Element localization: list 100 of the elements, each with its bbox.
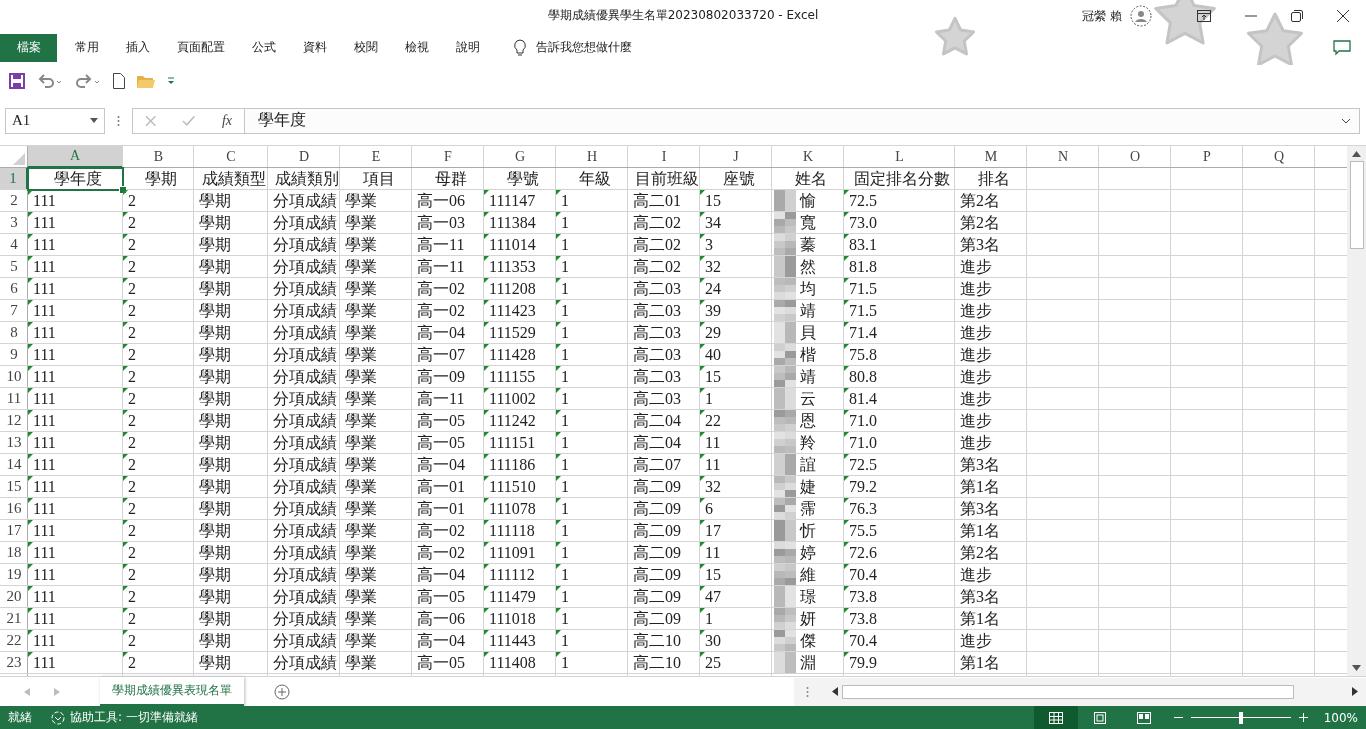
- zoom-slider-thumb[interactable]: [1238, 711, 1243, 724]
- sheet-tab[interactable]: 學期成績優異表現名單: [100, 677, 244, 706]
- row-header[interactable]: 4: [0, 233, 28, 256]
- error-indicator-icon[interactable]: [123, 343, 128, 349]
- error-indicator-icon[interactable]: [844, 233, 849, 239]
- error-indicator-icon[interactable]: [700, 541, 705, 547]
- fill-handle[interactable]: [119, 185, 127, 194]
- error-indicator-icon[interactable]: [844, 585, 849, 591]
- column-header[interactable]: O: [1099, 145, 1171, 168]
- error-indicator-icon[interactable]: [700, 233, 705, 239]
- error-indicator-icon[interactable]: [28, 629, 33, 635]
- error-indicator-icon[interactable]: [844, 299, 849, 305]
- ribbon-tab[interactable]: 常用: [63, 33, 111, 62]
- error-indicator-icon[interactable]: [844, 255, 849, 261]
- accessibility-status[interactable]: 協助工具: 一切準備就緒: [70, 709, 198, 726]
- error-indicator-icon[interactable]: [484, 211, 489, 217]
- tell-me-search[interactable]: 告訴我您想做什麼: [536, 39, 632, 57]
- error-indicator-icon[interactable]: [844, 651, 849, 657]
- column-header[interactable]: H: [556, 145, 628, 168]
- comment-icon[interactable]: [1333, 39, 1351, 56]
- error-indicator-icon[interactable]: [700, 453, 705, 459]
- row-header[interactable]: 7: [0, 299, 28, 322]
- row-header[interactable]: 10: [0, 365, 28, 388]
- row-header[interactable]: 18: [0, 541, 28, 564]
- error-indicator-icon[interactable]: [484, 299, 489, 305]
- error-indicator-icon[interactable]: [484, 629, 489, 635]
- error-indicator-icon[interactable]: [28, 585, 33, 591]
- error-indicator-icon[interactable]: [556, 563, 561, 569]
- error-indicator-icon[interactable]: [556, 519, 561, 525]
- error-indicator-icon[interactable]: [484, 475, 489, 481]
- error-indicator-icon[interactable]: [28, 409, 33, 415]
- error-indicator-icon[interactable]: [556, 497, 561, 503]
- error-indicator-icon[interactable]: [844, 211, 849, 217]
- error-indicator-icon[interactable]: [556, 409, 561, 415]
- error-indicator-icon[interactable]: [844, 189, 849, 195]
- error-indicator-icon[interactable]: [700, 189, 705, 195]
- error-indicator-icon[interactable]: [123, 541, 128, 547]
- error-indicator-icon[interactable]: [700, 475, 705, 481]
- column-header[interactable]: N: [1027, 145, 1099, 168]
- error-indicator-icon[interactable]: [700, 365, 705, 371]
- scroll-up-icon[interactable]: [1352, 150, 1361, 157]
- column-header[interactable]: B: [123, 145, 194, 168]
- row-header[interactable]: 23: [0, 651, 28, 674]
- error-indicator-icon[interactable]: [700, 255, 705, 261]
- error-indicator-icon[interactable]: [123, 321, 128, 327]
- error-indicator-icon[interactable]: [28, 255, 33, 261]
- error-indicator-icon[interactable]: [484, 233, 489, 239]
- error-indicator-icon[interactable]: [700, 431, 705, 437]
- name-box[interactable]: A1: [5, 107, 105, 134]
- error-indicator-icon[interactable]: [844, 607, 849, 613]
- error-indicator-icon[interactable]: [556, 255, 561, 261]
- column-header[interactable]: M: [955, 145, 1027, 168]
- error-indicator-icon[interactable]: [123, 255, 128, 261]
- error-indicator-icon[interactable]: [484, 519, 489, 525]
- column-header[interactable]: I: [628, 145, 700, 168]
- column-header[interactable]: D: [268, 145, 340, 168]
- error-indicator-icon[interactable]: [123, 607, 128, 613]
- ribbon-tab[interactable]: 檢視: [393, 33, 441, 62]
- error-indicator-icon[interactable]: [700, 629, 705, 635]
- error-indicator-icon[interactable]: [123, 211, 128, 217]
- error-indicator-icon[interactable]: [556, 189, 561, 195]
- error-indicator-icon[interactable]: [28, 497, 33, 503]
- scroll-right-icon[interactable]: [1352, 687, 1358, 696]
- ribbon-tab[interactable]: 插入: [114, 33, 162, 62]
- error-indicator-icon[interactable]: [700, 651, 705, 657]
- error-indicator-icon[interactable]: [484, 189, 489, 195]
- error-indicator-icon[interactable]: [123, 365, 128, 371]
- error-indicator-icon[interactable]: [28, 321, 33, 327]
- row-header[interactable]: 16: [0, 497, 28, 520]
- error-indicator-icon[interactable]: [123, 519, 128, 525]
- error-indicator-icon[interactable]: [484, 585, 489, 591]
- error-indicator-icon[interactable]: [556, 343, 561, 349]
- error-indicator-icon[interactable]: [844, 519, 849, 525]
- error-indicator-icon[interactable]: [700, 299, 705, 305]
- new-document-icon[interactable]: [113, 72, 125, 89]
- error-indicator-icon[interactable]: [484, 453, 489, 459]
- error-indicator-icon[interactable]: [556, 211, 561, 217]
- scroll-down-icon[interactable]: [1352, 665, 1361, 671]
- error-indicator-icon[interactable]: [28, 431, 33, 437]
- error-indicator-icon[interactable]: [844, 453, 849, 459]
- error-indicator-icon[interactable]: [556, 277, 561, 283]
- error-indicator-icon[interactable]: [123, 651, 128, 657]
- accessibility-icon[interactable]: [50, 710, 66, 725]
- user-name[interactable]: 冠縈 賴: [1082, 7, 1122, 25]
- error-indicator-icon[interactable]: [28, 189, 33, 195]
- column-header[interactable]: K: [772, 145, 844, 168]
- column-header[interactable]: A: [28, 145, 122, 168]
- error-indicator-icon[interactable]: [844, 563, 849, 569]
- error-indicator-icon[interactable]: [123, 629, 128, 635]
- error-indicator-icon[interactable]: [28, 651, 33, 657]
- error-indicator-icon[interactable]: [28, 365, 33, 371]
- row-header[interactable]: 22: [0, 629, 28, 652]
- error-indicator-icon[interactable]: [28, 233, 33, 239]
- error-indicator-icon[interactable]: [844, 541, 849, 547]
- row-header[interactable]: 12: [0, 409, 28, 432]
- error-indicator-icon[interactable]: [700, 387, 705, 393]
- error-indicator-icon[interactable]: [484, 431, 489, 437]
- error-indicator-icon[interactable]: [123, 299, 128, 305]
- column-header[interactable]: J: [700, 145, 772, 168]
- error-indicator-icon[interactable]: [484, 277, 489, 283]
